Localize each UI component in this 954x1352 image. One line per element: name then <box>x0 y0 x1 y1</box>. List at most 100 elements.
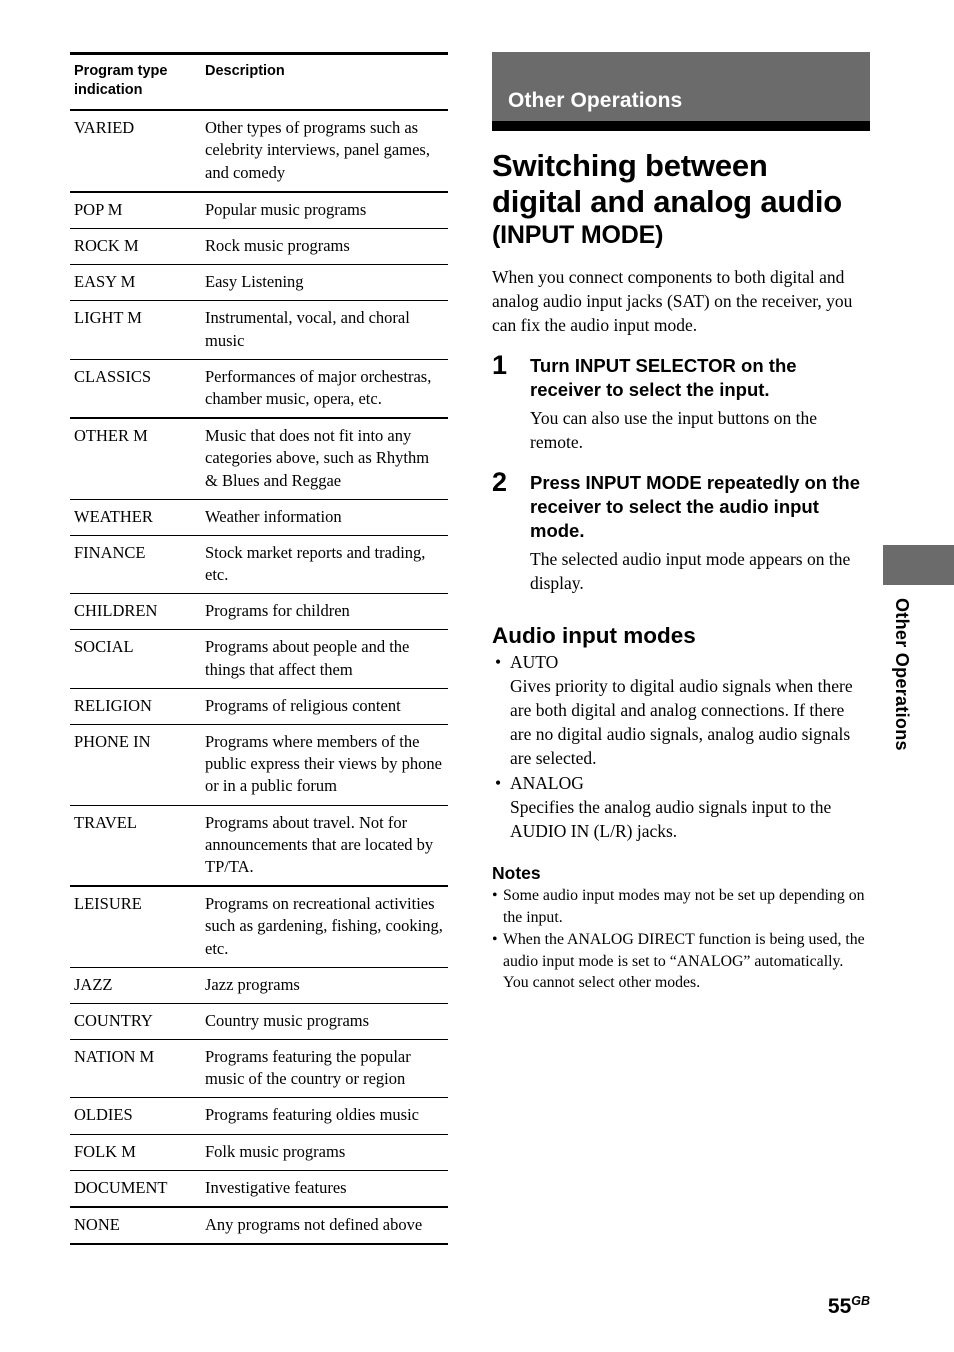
table-row: OTHER M Music that does not fit into any … <box>70 418 448 500</box>
table-row: VARIED Other types of programs such as ce… <box>70 110 448 193</box>
table-cell-description: Country music programs <box>201 1003 448 1041</box>
table-row: OLDIES Programs featuring oldies music <box>70 1097 448 1135</box>
notes-list: • Some audio input modes may not be set u… <box>492 885 870 993</box>
table-cell-program-type: RELIGION <box>70 688 201 726</box>
table-cell-description: Programs about travel. Not for announcem… <box>201 805 448 888</box>
table-cell-program-type: VARIED <box>70 110 201 193</box>
table-cell-description: Programs for children <box>201 593 448 631</box>
table-cell-description: Instrumental, vocal, and choral music <box>201 300 448 360</box>
table-cell-description: Any programs not defined above <box>201 1207 448 1246</box>
audio-mode-item: • AUTO Gives priority to digital audio sig… <box>492 651 870 771</box>
table-cell-program-type: CLASSICS <box>70 359 201 420</box>
table-row: NONE Any programs not defined above <box>70 1207 448 1246</box>
table-cell-program-type: LEISURE <box>70 886 201 968</box>
page-title-line1: Switching between <box>492 148 768 183</box>
article-column: Other Operations Switching between digit… <box>492 52 870 993</box>
step-2-body: The selected audio input mode appears on… <box>530 549 851 594</box>
table-row: PHONE IN Programs where members of the pu… <box>70 724 448 806</box>
table-row: CHILDREN Programs for children <box>70 593 448 631</box>
table-row: WEATHER Weather information <box>70 499 448 536</box>
table-row: JAZZ Jazz programs <box>70 967 448 1004</box>
table-cell-program-type: OLDIES <box>70 1097 201 1135</box>
table-cell-program-type: POP M <box>70 191 201 229</box>
table-row: DOCUMENT Investigative features <box>70 1170 448 1208</box>
audio-mode-description: Specifies the analog audio signals input… <box>510 797 832 842</box>
page-title-line3: (INPUT MODE) <box>492 221 664 250</box>
table-cell-description: Stock market reports and trading, etc. <box>201 535 448 595</box>
table-cell-program-type: ROCK M <box>70 228 201 266</box>
audio-mode-description: Gives priority to digital audio signals … <box>510 676 853 769</box>
program-type-table-container: Program type indication Description VARI… <box>70 52 448 1246</box>
table-cell-description: Programs of religious content <box>201 688 448 726</box>
audio-input-modes-heading: Audio input modes <box>492 623 696 649</box>
table-cell-description: Programs featuring the popular music of … <box>201 1039 448 1099</box>
table-row: RELIGION Programs of religious content <box>70 688 448 726</box>
audio-input-modes-list: • AUTO Gives priority to digital audio sig… <box>492 651 870 844</box>
table-row: POP M Popular music programs <box>70 191 448 229</box>
section-band-label: Other Operations <box>508 89 683 112</box>
table-cell-description: Easy Listening <box>201 264 448 302</box>
table-cell-description: Investigative features <box>201 1170 448 1208</box>
table-row: CLASSICS Performances of major orchestras… <box>70 359 448 420</box>
step-1: 1 Turn INPUT SELECTOR on the receiver to… <box>492 350 870 455</box>
bullet-icon: • <box>495 652 502 673</box>
table-row: NATION M Programs featuring the popular m… <box>70 1039 448 1099</box>
table-row: TRAVEL Programs about travel. Not for ann… <box>70 805 448 888</box>
note-text: Some audio input modes may not be set up… <box>503 887 865 926</box>
table-row: COUNTRY Country music programs <box>70 1003 448 1041</box>
intro-paragraph: When you connect components to both digi… <box>492 267 853 336</box>
audio-mode-name: ANALOG <box>510 773 584 794</box>
table-cell-program-type: EASY M <box>70 264 201 302</box>
table-row: ROCK M Rock music programs <box>70 228 448 266</box>
step-1-number: 1 <box>492 350 508 381</box>
table-cell-description: Programs where members of the public exp… <box>201 724 448 806</box>
table-cell-program-type: PHONE IN <box>70 724 201 806</box>
table-cell-program-type: TRAVEL <box>70 805 201 888</box>
note-item: • When the ANALOG DIRECT function is bein… <box>492 929 870 993</box>
table-cell-program-type: FOLK M <box>70 1134 201 1171</box>
page-title: Switching between digital and analog aud… <box>492 148 870 250</box>
table-header: Program type indication Description <box>70 52 448 112</box>
table-row: EASY M Easy Listening <box>70 264 448 302</box>
section-band-rule <box>492 121 870 131</box>
table-cell-program-type: NONE <box>70 1207 201 1246</box>
table-cell-program-type: LIGHT M <box>70 300 201 360</box>
table-cell-description: Music that does not fit into any categor… <box>201 418 448 500</box>
side-thumb-tab-label: Other Operations <box>892 598 912 751</box>
column-header-line2: indication <box>74 82 143 99</box>
table-body: VARIED Other types of programs such as ce… <box>70 110 448 1246</box>
table-cell-description: Other types of programs such as celebrit… <box>201 110 448 193</box>
table-cell-description: Performances of major orchestras, chambe… <box>201 359 448 420</box>
table-cell-program-type: WEATHER <box>70 499 201 536</box>
table-cell-description: Popular music programs <box>201 191 448 229</box>
section-band: Other Operations <box>492 52 870 121</box>
table-row: LIGHT M Instrumental, vocal, and choral m… <box>70 300 448 360</box>
step-2-heading: Press INPUT MODE repeatedly on the recei… <box>530 472 861 541</box>
bullet-icon: • <box>492 931 498 949</box>
table-cell-program-type: NATION M <box>70 1039 201 1099</box>
program-type-table: Program type indication Description VARI… <box>70 52 448 1246</box>
table-cell-description: Jazz programs <box>201 967 448 1004</box>
page-title-line2: digital and analog audio <box>492 184 842 220</box>
table-cell-description: Folk music programs <box>201 1134 448 1171</box>
page-number: 55GB <box>828 1294 870 1319</box>
column-header-line1: Program type <box>74 63 168 79</box>
table-cell-program-type: OTHER M <box>70 418 201 500</box>
bullet-icon: • <box>495 773 502 794</box>
page-number-value: 55 <box>827 1295 852 1318</box>
side-thumb-tab-marker <box>883 545 954 585</box>
step-2-number: 2 <box>492 467 508 498</box>
table-cell-program-type: FINANCE <box>70 535 201 595</box>
bullet-icon: • <box>492 887 498 905</box>
table-header-row: Program type indication Description <box>70 52 448 112</box>
step-2: 2 Press INPUT MODE repeatedly on the rec… <box>492 467 870 596</box>
table-row: LEISURE Programs on recreational activiti… <box>70 886 448 968</box>
table-cell-program-type: COUNTRY <box>70 1003 201 1041</box>
table-cell-description: Weather information <box>201 499 448 536</box>
step-1-body: You can also use the input buttons on th… <box>530 408 817 453</box>
table-row: FINANCE Stock market reports and trading,… <box>70 535 448 595</box>
note-item: • Some audio input modes may not be set u… <box>492 885 870 928</box>
table-cell-description: Rock music programs <box>201 228 448 266</box>
audio-mode-name: AUTO <box>510 652 559 673</box>
column-header-description: Description <box>201 52 448 112</box>
